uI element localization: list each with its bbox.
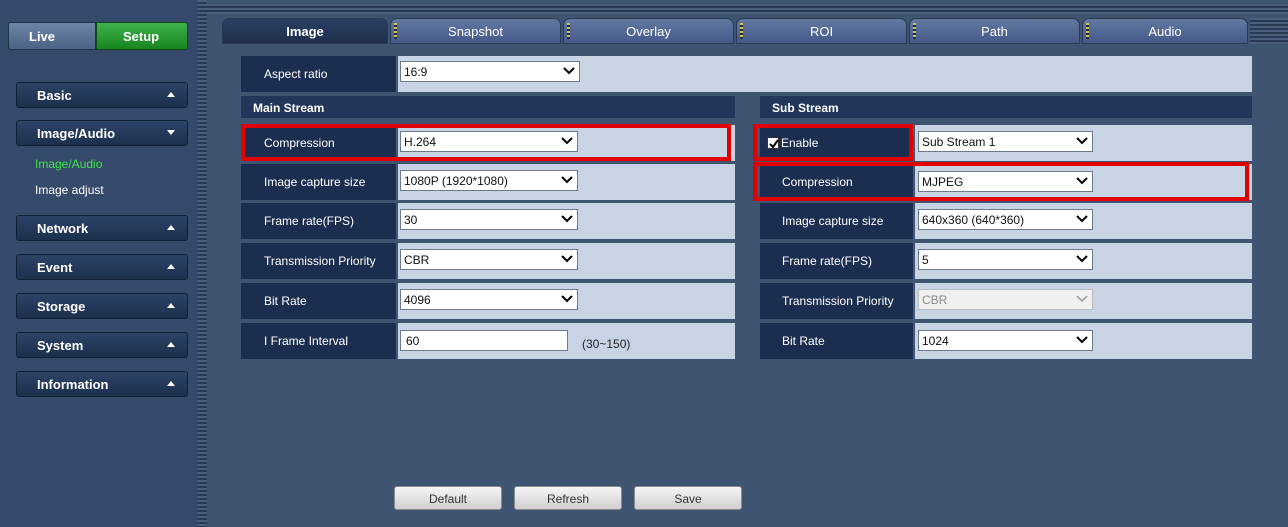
sidebar: Live Setup Basic Image/Audio Image/Audio… xyxy=(0,0,197,527)
menu-system-label: System xyxy=(37,338,84,353)
main-iframe-input[interactable]: 60 xyxy=(400,330,568,351)
sub-stream-header: Sub Stream xyxy=(760,96,1252,118)
main-capture-size-value: 1080P (1920*1080) xyxy=(404,174,508,188)
refresh-button[interactable]: Refresh xyxy=(514,486,622,510)
menu-network-label: Network xyxy=(37,221,89,236)
sub-capture-size-value: 640x360 (640*360) xyxy=(922,213,1025,227)
tab-snapshot-label: Snapshot xyxy=(448,24,503,39)
aspect-ratio-label: Aspect ratio xyxy=(241,56,397,92)
chevron-down-icon xyxy=(167,130,175,135)
sub-stream-value: Sub Stream 1 xyxy=(922,135,996,149)
top-border xyxy=(207,4,1288,14)
tab-roi-label: ROI xyxy=(809,24,834,39)
main-stream-header: Main Stream xyxy=(241,96,735,118)
sub-capture-size-select[interactable]: 640x360 (640*360) xyxy=(918,209,1093,230)
tab-separator-icon xyxy=(913,23,916,39)
mode-tabs: Live Setup xyxy=(8,22,188,50)
tab-image-label: Image xyxy=(286,24,324,39)
chevron-down-icon xyxy=(1076,255,1088,263)
highlight-sub-enable xyxy=(753,124,913,161)
main-bit-rate-select[interactable]: 4096 xyxy=(400,289,578,310)
main-priority-value: CBR xyxy=(404,253,430,267)
sub-bit-rate-select[interactable]: 1024 xyxy=(918,330,1093,351)
menu-image-audio[interactable]: Image/Audio xyxy=(16,120,188,146)
default-button[interactable]: Default xyxy=(394,486,502,510)
menu-basic-label: Basic xyxy=(37,88,72,103)
aspect-ratio-value: 16:9 xyxy=(404,65,428,79)
sub-priority-label: Transmission Priority xyxy=(760,283,914,319)
sub-capture-size-label: Image capture size xyxy=(760,203,914,239)
main-frame-rate-select[interactable]: 30 xyxy=(400,209,578,230)
chevron-up-icon xyxy=(167,225,175,230)
sub-priority-select: CBR xyxy=(918,289,1093,310)
sub-frame-rate-label: Frame rate(FPS) xyxy=(760,243,914,279)
chevron-down-icon xyxy=(561,295,573,303)
sub-priority-value: CBR xyxy=(922,293,948,307)
main-frame-rate-value: 30 xyxy=(404,213,418,227)
main-capture-size-select[interactable]: 1080P (1920*1080) xyxy=(400,170,578,191)
main-bit-rate-label: Bit Rate xyxy=(241,283,397,319)
tab-separator-icon xyxy=(1086,23,1089,39)
tab-overlay-label: Overlay xyxy=(626,24,671,39)
menu-storage-label: Storage xyxy=(37,299,86,314)
menu-information-label: Information xyxy=(37,377,109,392)
splitter-left[interactable] xyxy=(197,0,207,527)
main-frame-rate-label: Frame rate(FPS) xyxy=(241,203,397,239)
menu-system[interactable]: System xyxy=(16,332,188,358)
highlight-main-compression xyxy=(241,124,731,161)
sub-stream-select[interactable]: Sub Stream 1 xyxy=(918,131,1093,152)
menu-event-label: Event xyxy=(37,260,73,275)
menu-image-audio-label: Image/Audio xyxy=(37,126,116,141)
sub-frame-rate-select[interactable]: 5 xyxy=(918,249,1093,270)
sub-frame-rate-value: 5 xyxy=(922,253,929,267)
main-priority-label: Transmission Priority xyxy=(241,243,397,279)
tab-path-label: Path xyxy=(981,24,1008,39)
tab-separator-icon xyxy=(567,23,570,39)
aspect-ratio-select[interactable]: 16:9 xyxy=(400,61,580,82)
main-priority-select[interactable]: CBR xyxy=(400,249,578,270)
highlight-sub-compression xyxy=(753,162,1249,201)
menu-information[interactable]: Information xyxy=(16,371,188,397)
submenu-image-audio[interactable]: Image/Audio xyxy=(35,157,102,171)
tab-separator-icon xyxy=(740,23,743,39)
chevron-up-icon xyxy=(167,381,175,386)
main-iframe-hint: (30~150) xyxy=(582,337,631,351)
sub-bit-rate-value: 1024 xyxy=(922,334,949,348)
menu-storage[interactable]: Storage xyxy=(16,293,188,319)
chevron-down-icon xyxy=(563,67,575,75)
tab-image[interactable]: Image xyxy=(222,18,388,44)
chevron-up-icon xyxy=(167,92,175,97)
main-iframe-label: I Frame Interval xyxy=(241,323,397,359)
submenu-image-adjust[interactable]: Image adjust xyxy=(35,183,104,197)
menu-basic[interactable]: Basic xyxy=(16,82,188,108)
tab-audio-label: Audio xyxy=(1148,24,1182,39)
tab-path[interactable]: Path xyxy=(909,18,1080,44)
sub-bit-rate-label: Bit Rate xyxy=(760,323,914,359)
chevron-up-icon xyxy=(167,342,175,347)
chevron-down-icon xyxy=(1076,215,1088,223)
tab-snapshot[interactable]: Snapshot xyxy=(390,18,561,44)
tab-overlay[interactable]: Overlay xyxy=(563,18,734,44)
tab-bar: Image Snapshot Overlay ROI Path Audio xyxy=(222,18,1250,44)
chevron-down-icon xyxy=(1076,336,1088,344)
tab-roi[interactable]: ROI xyxy=(736,18,907,44)
tabs-right-border xyxy=(1250,18,1288,44)
tab-separator-icon xyxy=(394,23,397,39)
save-button[interactable]: Save xyxy=(634,486,742,510)
chevron-down-icon xyxy=(561,255,573,263)
tab-audio[interactable]: Audio xyxy=(1082,18,1248,44)
main-bit-rate-value: 4096 xyxy=(404,293,431,307)
setup-tab[interactable]: Setup xyxy=(96,22,188,50)
chevron-up-icon xyxy=(167,303,175,308)
live-tab[interactable]: Live xyxy=(8,22,96,50)
menu-event[interactable]: Event xyxy=(16,254,188,280)
chevron-down-icon xyxy=(561,215,573,223)
main-capture-size-label: Image capture size xyxy=(241,164,397,200)
menu-network[interactable]: Network xyxy=(16,215,188,241)
chevron-down-icon xyxy=(1076,295,1088,303)
chevron-down-icon xyxy=(561,176,573,184)
chevron-down-icon xyxy=(1076,137,1088,145)
chevron-up-icon xyxy=(167,264,175,269)
